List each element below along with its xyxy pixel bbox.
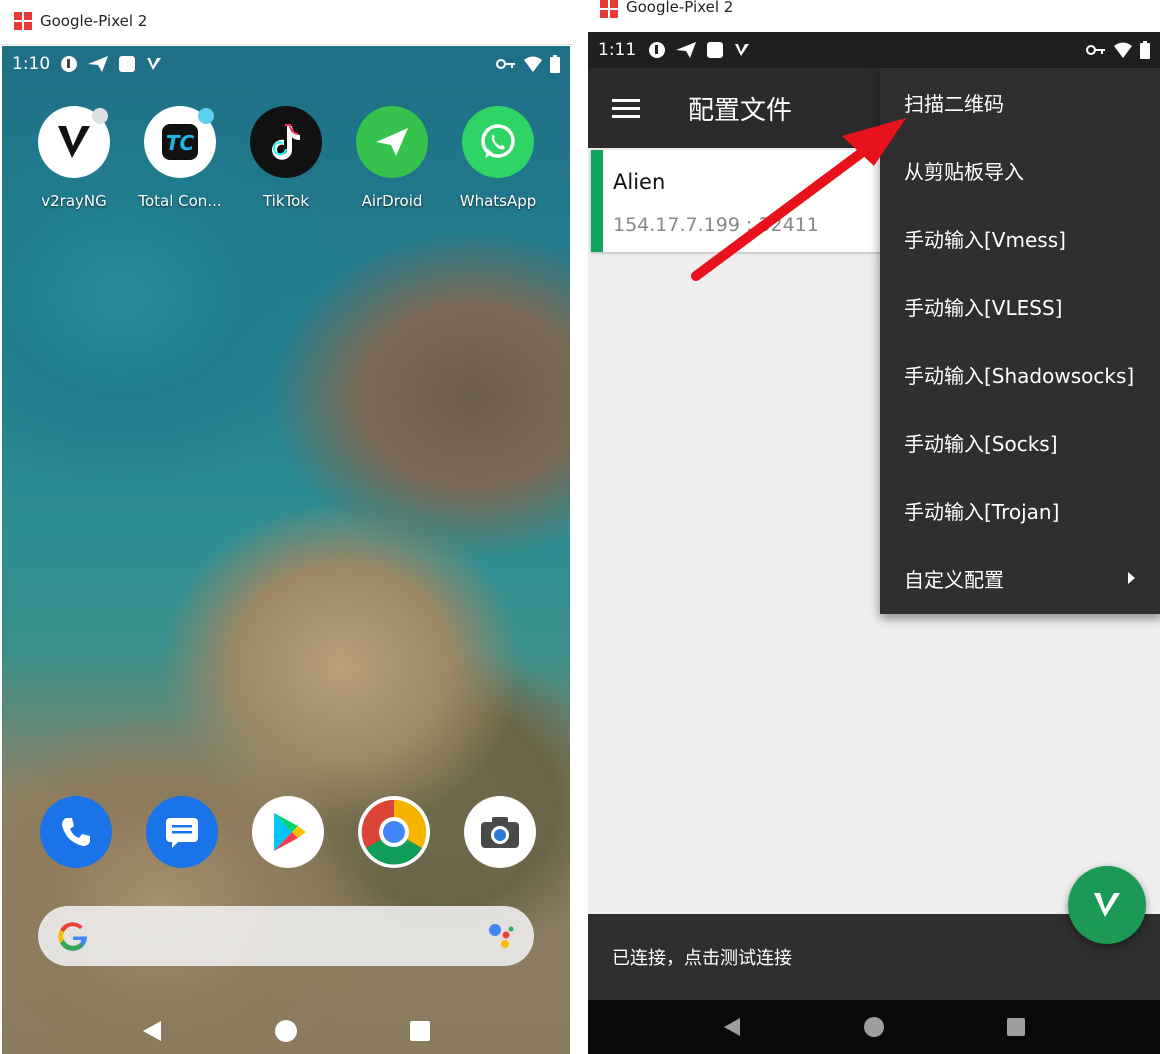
window-title: Google-Pixel 2 [626,0,734,16]
play-store-app[interactable] [252,796,324,868]
navigation-bar [2,1008,570,1054]
phone-icon [62,818,90,846]
menu-item-socks[interactable]: 手动输入[Socks] [880,408,1160,476]
home-icon[interactable] [273,1018,299,1044]
notification-icon [649,42,666,58]
app-notification-icon [119,56,136,72]
submenu-arrow-icon [1128,572,1135,584]
camera-icon [481,817,519,848]
menu-item-trojan[interactable]: 手动输入[Trojan] [880,476,1160,544]
home-screen: 1:10 v2rayNG TC Total Con... TikTok AirD… [2,46,570,1054]
messages-icon [166,818,198,848]
battery-icon [550,55,560,73]
notification-icon [61,56,78,72]
chrome-icon [361,799,427,865]
app-total-commander[interactable]: TC Total Con... [130,106,230,210]
menu-item-vless[interactable]: 手动输入[VLESS] [880,272,1160,340]
page-title: 配置文件 [688,95,793,126]
menu-item-scan-qr[interactable]: 扫描二维码 [880,68,1160,136]
whatsapp-icon [462,106,534,178]
app-airdroid[interactable]: AirDroid [342,106,442,210]
wifi-icon [524,56,542,72]
app-whatsapp[interactable]: WhatsApp [448,106,548,210]
google-search-bar[interactable] [38,906,534,966]
airdroid-icon [356,106,428,178]
v2ray-status-icon [735,44,750,56]
recents-icon[interactable] [409,1020,431,1042]
google-g-icon [58,922,88,951]
v2rayng-icon [38,106,110,178]
emulator-window-right: Google-Pixel 2 1:11 配置文件 Alien 154.17.7.… [586,0,1160,1054]
menu-item-vmess[interactable]: 手动输入[Vmess] [880,204,1160,272]
total-commander-icon: TC [144,106,216,178]
battery-icon [1140,41,1150,59]
app-tiktok[interactable]: TikTok [236,106,336,210]
status-time: 1:10 [12,54,51,74]
window-title-bar: Google-Pixel 2 [586,0,1160,18]
send-icon [88,56,109,72]
google-assistant-icon[interactable] [486,921,516,951]
app-v2rayng[interactable]: v2rayNG [24,106,124,210]
phone-app[interactable] [40,796,112,868]
vpn-key-icon [1086,45,1105,55]
home-icon[interactable] [862,1015,886,1039]
v2ray-status-icon [147,58,162,70]
server-card[interactable]: Alien 154.17.7.199 : 32411 [591,150,891,252]
server-name: Alien [613,170,666,194]
connection-status-text: 已连接，点击测试连接 [612,948,792,969]
menu-icon[interactable] [612,98,640,118]
emulator-logo-icon [14,12,32,30]
window-title: Google-Pixel 2 [40,12,148,30]
camera-app[interactable] [464,796,536,868]
window-title-bar: Google-Pixel 2 [0,0,572,42]
status-bar: 1:11 [588,32,1160,68]
emulator-window-left: Google-Pixel 2 1:10 v2rayNG TC Total Con… [0,0,572,1054]
vpn-key-icon [496,59,515,69]
tiktok-icon [250,106,322,178]
status-bar: 1:10 [2,46,570,82]
wifi-icon [1114,42,1132,58]
chrome-app[interactable] [358,796,430,868]
server-address: 154.17.7.199 : 32411 [613,214,819,236]
play-store-icon [274,813,306,851]
app-notification-icon [707,42,724,58]
connect-toggle-button[interactable] [1068,866,1146,944]
svg-text:TC: TC [166,131,195,155]
emulator-logo-icon [600,0,618,18]
back-icon[interactable] [141,1019,163,1043]
menu-item-custom-config[interactable]: 自定义配置 [880,544,1160,612]
recents-icon[interactable] [1006,1017,1026,1037]
import-menu: 扫描二维码 从剪贴板导入 手动输入[Vmess] 手动输入[VLESS] 手动输… [880,68,1160,614]
v2rayng-app: 1:11 配置文件 Alien 154.17.7.199 : 32411 扫描二… [588,32,1160,1054]
messages-app[interactable] [146,796,218,868]
menu-item-shadowsocks[interactable]: 手动输入[Shadowsocks] [880,340,1160,408]
navigation-bar [588,1000,1160,1054]
v2ray-logo-icon [1094,893,1120,917]
status-time: 1:11 [598,40,637,60]
send-icon [676,42,697,58]
menu-item-import-clipboard[interactable]: 从剪贴板导入 [880,136,1160,204]
back-icon[interactable] [722,1016,742,1038]
